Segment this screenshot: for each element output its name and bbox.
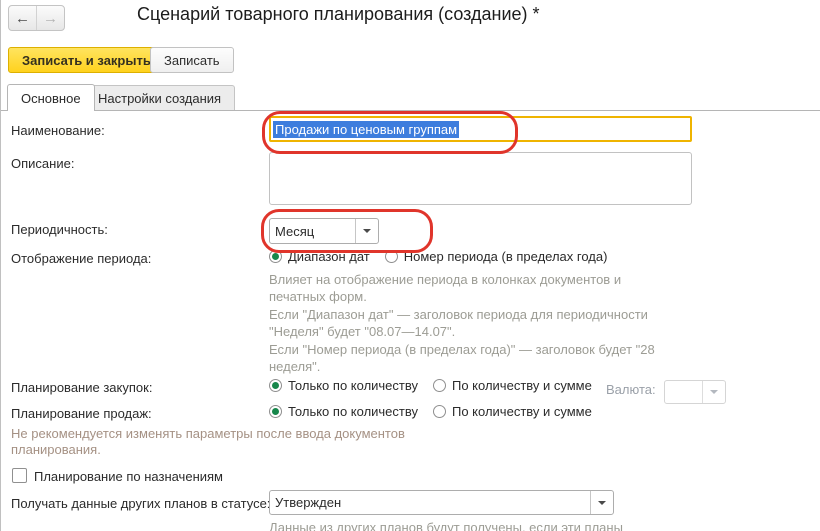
- radio-option-label: Только по количеству: [288, 378, 418, 393]
- currency-value: [665, 381, 702, 403]
- purchase-planning-radio-group: Только по количеству По количеству и сум…: [269, 378, 607, 393]
- back-arrow-icon: ←: [15, 10, 30, 27]
- name-label: Наименование:: [11, 123, 105, 138]
- radio-selected-icon: [269, 250, 282, 263]
- tab-main[interactable]: Основное: [7, 84, 95, 111]
- plans-status-combobox[interactable]: Утвержден: [269, 490, 614, 515]
- radio-option-label: По количеству и сумме: [452, 378, 592, 393]
- period-display-label: Отображение периода:: [11, 251, 151, 266]
- periodicity-dropdown-button[interactable]: [355, 219, 378, 243]
- chevron-down-icon: [710, 390, 718, 394]
- forward-button[interactable]: →: [37, 6, 64, 30]
- radio-option-label: По количеству и сумме: [452, 404, 592, 419]
- radio-option-quantity-and-sum[interactable]: По количеству и сумме: [433, 404, 592, 419]
- radio-option-label: Только по количеству: [288, 404, 418, 419]
- description-textarea[interactable]: [269, 152, 692, 205]
- purchase-planning-label: Планирование закупок:: [11, 380, 152, 395]
- save-button[interactable]: Записать: [150, 47, 234, 73]
- currency-dropdown-button[interactable]: [702, 381, 725, 403]
- radio-option-quantity-only[interactable]: Только по количеству: [269, 378, 418, 393]
- periodicity-label: Периодичность:: [11, 222, 108, 237]
- radio-option-quantity-only[interactable]: Только по количеству: [269, 404, 418, 419]
- save-and-close-button[interactable]: Записать и закрыть: [8, 47, 165, 73]
- radio-option-date-range[interactable]: Диапазон дат: [269, 249, 370, 264]
- history-nav-buttons: ← →: [8, 5, 65, 31]
- plans-status-label: Получать данные других планов в статусе:: [11, 496, 270, 511]
- name-input-selected-text: Продажи по ценовым группам: [273, 121, 459, 138]
- description-label: Описание:: [11, 156, 74, 171]
- radio-option-label: Номер периода (в пределах года): [404, 249, 608, 264]
- sales-planning-label: Планирование продаж:: [11, 406, 152, 421]
- radio-option-label: Диапазон дат: [288, 249, 370, 264]
- currency-combobox[interactable]: [664, 380, 726, 404]
- scenario-form-window: ← → Сценарий товарного планирования (соз…: [0, 0, 820, 531]
- radio-unselected-icon: [385, 250, 398, 263]
- radio-selected-icon: [269, 405, 282, 418]
- period-display-help-text: Влияет на отображение периода в колонках…: [269, 271, 699, 375]
- assignments-checkbox-label[interactable]: Планирование по назначениям: [34, 469, 223, 484]
- plans-status-dropdown-button[interactable]: [590, 491, 613, 514]
- period-display-radio-group: Диапазон дат Номер периода (в пределах г…: [269, 249, 622, 264]
- radio-option-quantity-and-sum[interactable]: По количеству и сумме: [433, 378, 592, 393]
- plans-status-value: Утвержден: [270, 491, 590, 514]
- back-button[interactable]: ←: [9, 6, 37, 30]
- radio-selected-icon: [269, 379, 282, 392]
- page-title: Сценарий товарного планирования (создани…: [137, 4, 540, 25]
- assignments-checkbox[interactable]: [12, 468, 27, 483]
- warning-text: Не рекомендуется изменять параметры посл…: [11, 426, 451, 458]
- plans-status-help-text: Данные из других планов будут получены, …: [269, 519, 709, 531]
- tab-separator-line: [1, 110, 820, 111]
- name-input[interactable]: Продажи по ценовым группам: [269, 116, 692, 142]
- forward-arrow-icon: →: [43, 10, 58, 27]
- chevron-down-icon: [598, 501, 606, 505]
- radio-unselected-icon: [433, 405, 446, 418]
- periodicity-combobox[interactable]: Месяц: [269, 218, 379, 244]
- periodicity-value: Месяц: [270, 219, 355, 243]
- radio-option-period-number[interactable]: Номер периода (в пределах года): [385, 249, 608, 264]
- chevron-down-icon: [363, 229, 371, 233]
- radio-unselected-icon: [433, 379, 446, 392]
- tab-creation-settings[interactable]: Настройки создания: [84, 85, 235, 110]
- currency-label: Валюта:: [606, 382, 656, 397]
- sales-planning-radio-group: Только по количеству По количеству и сум…: [269, 404, 607, 419]
